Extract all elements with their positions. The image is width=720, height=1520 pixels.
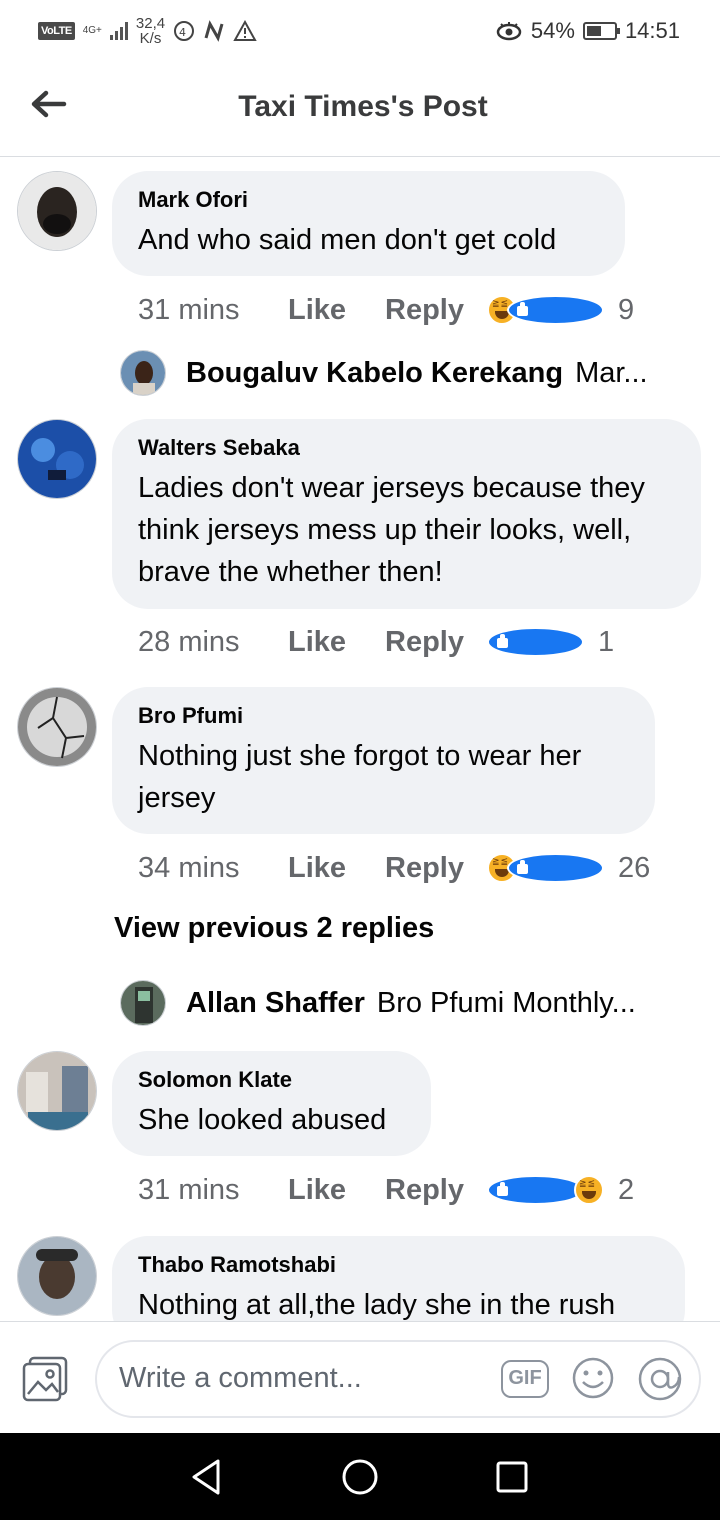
nfc-icon <box>204 20 224 42</box>
recents-nav-icon[interactable] <box>494 1457 530 1497</box>
like-button[interactable]: Like <box>288 626 385 659</box>
reply-button[interactable]: Reply <box>385 1174 487 1207</box>
reply-avatar <box>120 350 166 396</box>
home-nav-icon[interactable] <box>340 1457 380 1497</box>
comment-author[interactable]: Solomon Klate <box>138 1067 405 1093</box>
comment-clip: Thabo Ramotshabi Nothing at all,the lady… <box>112 1236 685 1321</box>
like-reaction-icon <box>487 1175 584 1205</box>
reply-preview[interactable]: Bougaluv Kabelo Kerekang Mar... <box>120 348 690 398</box>
comment-text: Ladies don't wear jerseys because they t… <box>138 472 645 588</box>
page-title: Taxi Times's Post <box>238 90 488 123</box>
like-reaction-icon <box>487 627 584 657</box>
avatar[interactable] <box>17 1236 97 1316</box>
comment-actions: 31 mins Like Reply 9 <box>138 290 634 330</box>
comment-bubble[interactable]: Walters Sebaka Ladies don't wear jerseys… <box>112 419 701 609</box>
like-reaction-icon <box>507 853 604 883</box>
battery-percent: 54% <box>530 18 575 43</box>
reply-avatar <box>120 980 166 1026</box>
comment-author[interactable]: Bro Pfumi <box>138 703 629 729</box>
signal-icon <box>109 22 128 40</box>
reply-button[interactable]: Reply <box>385 626 487 659</box>
comment-text: Nothing at all,the lady she in the rush <box>138 1289 616 1321</box>
haha-reaction-icon <box>574 1175 604 1205</box>
reaction-count: 9 <box>618 293 635 326</box>
avatar[interactable] <box>17 687 97 767</box>
comment-bubble[interactable]: Mark Ofori And who said men don't get co… <box>112 171 625 276</box>
reactions[interactable]: 2 <box>487 1174 634 1207</box>
network-type: 4G+ <box>82 25 102 36</box>
reply-button[interactable]: Reply <box>385 294 487 327</box>
comment-text: And who said men don't get cold <box>138 224 557 256</box>
volte-indicator: VoLTE <box>38 22 75 40</box>
comment-author[interactable]: Thabo Ramotshabi <box>138 1252 659 1278</box>
comment-time: 31 mins <box>138 293 240 326</box>
view-previous-replies[interactable]: View previous 2 replies <box>114 912 434 945</box>
data-saver-icon: 4 <box>174 21 195 41</box>
warning-icon <box>233 20 257 41</box>
reactions[interactable]: 26 <box>487 852 650 885</box>
gif-button[interactable]: GIF <box>501 1360 549 1398</box>
reply-preview[interactable]: Allan Shaffer Bro Pfumi Monthly... <box>120 978 690 1028</box>
comment-time: 34 mins <box>138 851 240 884</box>
reply-author[interactable]: Bougaluv Kabelo Kerekang <box>186 357 563 390</box>
comment-composer: Write a comment... GIF <box>0 1321 720 1434</box>
comment-bubble[interactable]: Solomon Klate She looked abused <box>112 1051 431 1156</box>
comment-time: 28 mins <box>138 625 240 658</box>
clock: 14:51 <box>624 18 680 43</box>
comment-time: 31 mins <box>138 1173 240 1206</box>
reaction-count: 26 <box>618 851 651 884</box>
like-reaction-icon <box>507 295 604 325</box>
comment-bubble[interactable]: Bro Pfumi Nothing just she forgot to wea… <box>112 687 655 834</box>
app-header: Taxi Times's Post <box>0 62 720 157</box>
comment-input[interactable]: Write a comment... GIF <box>95 1340 701 1418</box>
avatar[interactable] <box>17 171 97 251</box>
battery-icon <box>582 22 620 40</box>
photo-icon[interactable] <box>22 1356 70 1402</box>
comment-actions: 28 mins Like Reply 1 <box>138 622 614 662</box>
eye-comfort-icon <box>496 22 522 41</box>
mention-icon[interactable] <box>637 1356 683 1402</box>
reply-text: Bro Pfumi Monthly... <box>376 986 636 1019</box>
comment-author[interactable]: Mark Ofori <box>138 187 599 213</box>
reactions[interactable]: 9 <box>487 294 634 327</box>
reaction-count: 1 <box>598 625 615 658</box>
reactions[interactable]: 1 <box>487 626 614 659</box>
comment-actions: 31 mins Like Reply 2 <box>138 1170 634 1210</box>
like-button[interactable]: Like <box>288 294 385 327</box>
like-button[interactable]: Like <box>288 1174 385 1207</box>
avatar[interactable] <box>17 1051 97 1131</box>
reply-button[interactable]: Reply <box>385 852 487 885</box>
speed-unit: K/s <box>139 30 162 47</box>
emoji-icon[interactable] <box>571 1356 615 1400</box>
network-speed: 32,4 K/s <box>136 16 165 46</box>
reply-author[interactable]: Allan Shaffer <box>186 987 365 1020</box>
comment-author[interactable]: Walters Sebaka <box>138 435 675 461</box>
avatar[interactable] <box>17 419 97 499</box>
status-bar: VoLTE 4G+ 32,4 K/s 4 54% 14:51 <box>0 0 720 62</box>
comment-placeholder: Write a comment... <box>119 1362 362 1394</box>
comment-text: She looked abused <box>138 1104 387 1136</box>
comment-bubble[interactable]: Thabo Ramotshabi Nothing at all,the lady… <box>112 1236 685 1321</box>
comment-text: Nothing just she forgot to wear her jers… <box>138 740 582 814</box>
comment-actions: 34 mins Like Reply 26 <box>138 848 650 888</box>
reaction-count: 2 <box>618 1173 635 1206</box>
system-nav-bar <box>0 1433 720 1520</box>
reply-text: Mar... <box>575 356 648 389</box>
back-nav-icon[interactable] <box>188 1457 224 1497</box>
svg-text:4: 4 <box>179 26 186 39</box>
like-button[interactable]: Like <box>288 852 385 885</box>
battery-fill <box>586 26 601 36</box>
